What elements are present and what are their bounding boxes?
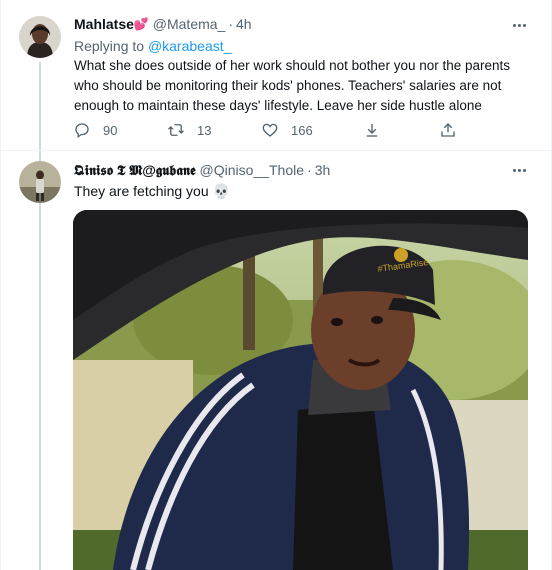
thread-connector-line xyxy=(39,62,41,570)
replying-to: Replying to @karabeast_ xyxy=(74,37,231,55)
upload-icon xyxy=(441,123,455,137)
timeline-frame: Mahlatse💕 @Matema_ · 4h Replying to @karab… xyxy=(0,0,552,570)
handle[interactable]: @Matema_ xyxy=(153,16,226,32)
like-count: 166 xyxy=(291,122,313,138)
tweet-text-line: enough to maintain these days' lifestyle… xyxy=(74,98,482,113)
retweet-button[interactable]: 13 xyxy=(167,118,211,142)
upload-button[interactable] xyxy=(439,118,457,142)
tweet-media-image[interactable]: #ThamaRise xyxy=(73,210,528,570)
like-button[interactable]: 166 xyxy=(261,118,313,142)
heart-emoji: 💕 xyxy=(133,17,149,31)
tweet-header: Mahlatse💕 @Matema_ · 4h xyxy=(74,15,252,33)
replying-to-label: Replying to xyxy=(74,38,145,54)
media-photo: #ThamaRise xyxy=(73,210,528,570)
share-button[interactable] xyxy=(363,118,381,142)
handle[interactable]: @Qiniso__Thole xyxy=(200,162,305,178)
reply-icon xyxy=(75,123,89,139)
more-icon[interactable] xyxy=(509,18,529,32)
tweet-text-line: who should be monitoring their kods' pho… xyxy=(74,78,502,93)
retweet-count: 13 xyxy=(197,122,212,138)
display-name[interactable]: 𝕼𝖎𝖓𝖎𝖘𝖔 𝕿 𝕸@𝖌𝖚𝖇𝖆𝖓𝖊 xyxy=(74,162,196,178)
reply-count: 90 xyxy=(103,122,118,138)
tweet-header: 𝕼𝖎𝖓𝖎𝖘𝖔 𝕿 𝕸@𝖌𝖚𝖇𝖆𝖓𝖊 @Qiniso__Thole · 3h xyxy=(74,161,330,179)
timestamp[interactable]: 4h xyxy=(236,16,252,32)
tweet-divider xyxy=(1,150,552,151)
display-name[interactable]: Mahlatse xyxy=(74,16,134,32)
tweet-actions: 90 13 166 xyxy=(73,118,473,142)
retweet-icon xyxy=(168,124,184,136)
reply-button[interactable]: 90 xyxy=(73,118,117,142)
like-icon xyxy=(262,123,278,137)
more-icon[interactable] xyxy=(509,163,529,177)
separator-dot: · xyxy=(307,162,312,178)
tweet-text: They are fetching you 💀 xyxy=(74,183,230,199)
share-icon xyxy=(366,124,378,137)
tweet-text-line: What she does outside of her work should… xyxy=(74,58,511,73)
tweet-text: What she does outside of her work should… xyxy=(74,56,510,116)
replying-to-mention[interactable]: @karabeast_ xyxy=(148,38,231,54)
avatar[interactable] xyxy=(19,16,61,58)
avatar[interactable] xyxy=(19,161,61,203)
separator-dot: · xyxy=(228,16,234,32)
timestamp[interactable]: 3h xyxy=(315,162,331,178)
